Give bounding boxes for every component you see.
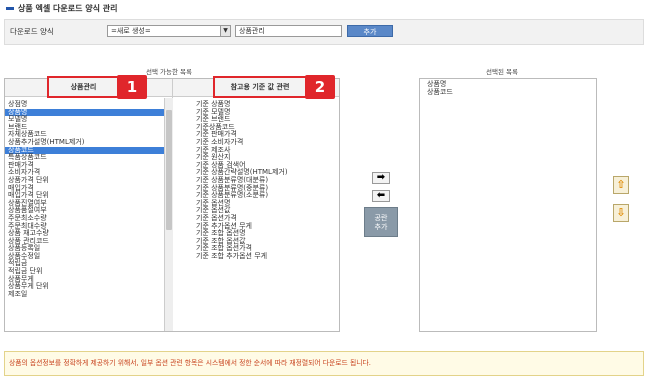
move-left-button[interactable]: ⬅ [372,190,390,202]
column-product-title: 상품관리 [70,83,97,91]
chevron-down-icon[interactable]: ▼ [220,26,230,36]
move-up-button[interactable]: ⇧ [613,176,629,194]
column-reference: 기준 상품명 기준 모델명 기준 브랜드 기준상품코드 기준 판매가격 기준 소비자가격 기… [173,79,339,331]
column-reference-title: 참고용 기준 값 관련 [230,83,290,91]
format-name-input[interactable]: 상품관리 [235,25,342,37]
list-item[interactable]: 상품명 [5,108,165,117]
arrow-right-icon: ➡ [376,172,386,183]
title-bar-icon [6,7,14,10]
blank-add-line1: 공란 [374,214,388,222]
column-product: 상점명 상품명 모델명 브랜드 자체상품코드 상품추가설명(HTML제거) 상품코드 특품상품… [5,79,173,331]
available-list-label: 선택 가능한 목록 [146,68,192,76]
list-item[interactable]: 상점명 [5,100,165,109]
scrollbar-thumb[interactable] [166,110,172,230]
list-item[interactable]: 제조일 [5,290,165,299]
list-item[interactable]: 상품무게 단위 [5,283,165,291]
blank-add-button[interactable]: 공란 추가 [364,207,398,237]
selected-list[interactable]: 상품명 상품코드 [424,80,594,97]
selected-list-box[interactable]: 상품명 상품코드 [419,78,597,332]
add-button[interactable]: 추가 [347,25,393,37]
badge-two: 2 [305,75,335,99]
product-list[interactable]: 상점명 상품명 모델명 브랜드 자체상품코드 상품추가설명(HTML제거) 상품코드 특품상품… [5,100,165,299]
arrow-up-icon: ⇧ [616,178,626,191]
blank-add-line2: 추가 [374,223,388,231]
product-header-highlight: 상품관리 [47,76,120,98]
list-item[interactable]: 기준 조합 추가옵션 무게 [193,252,339,261]
format-select-value: =새로 생성= [111,27,151,35]
list-item[interactable]: 상품수정일 [5,252,165,261]
page-title: 상품 엑셀 다운로드 양식 관리 [6,3,117,14]
notice-box: 상품의 옵션정보를 정확하게 제공하기 위해서, 일부 옵션 관련 항목은 시스… [4,351,644,376]
arrow-down-icon: ⇩ [616,206,626,219]
product-list-scrollbar[interactable] [164,98,173,331]
list-item[interactable]: 상품코드 [424,88,594,97]
move-down-button[interactable]: ⇩ [613,204,629,222]
arrow-left-icon: ⬅ [376,190,386,201]
download-format-label: 다운로드 양식 [10,27,54,36]
available-list-box: 상점명 상품명 모델명 브랜드 자체상품코드 상품추가설명(HTML제거) 상품코드 특품상품… [4,78,340,332]
format-select[interactable]: =새로 생성= ▼ [107,25,231,37]
page-title-text: 상품 엑셀 다운로드 양식 관리 [18,4,118,13]
list-item[interactable]: 모델명 [5,116,165,124]
selected-list-label: 선택된 목록 [486,68,518,76]
reference-header-highlight: 참고용 기준 값 관련 [213,76,307,98]
reference-list[interactable]: 기준 상품명 기준 모델명 기준 브랜드 기준상품코드 기준 판매가격 기준 소비자가격 기… [193,100,339,261]
move-right-button[interactable]: ➡ [372,172,390,184]
badge-one: 1 [117,75,147,99]
